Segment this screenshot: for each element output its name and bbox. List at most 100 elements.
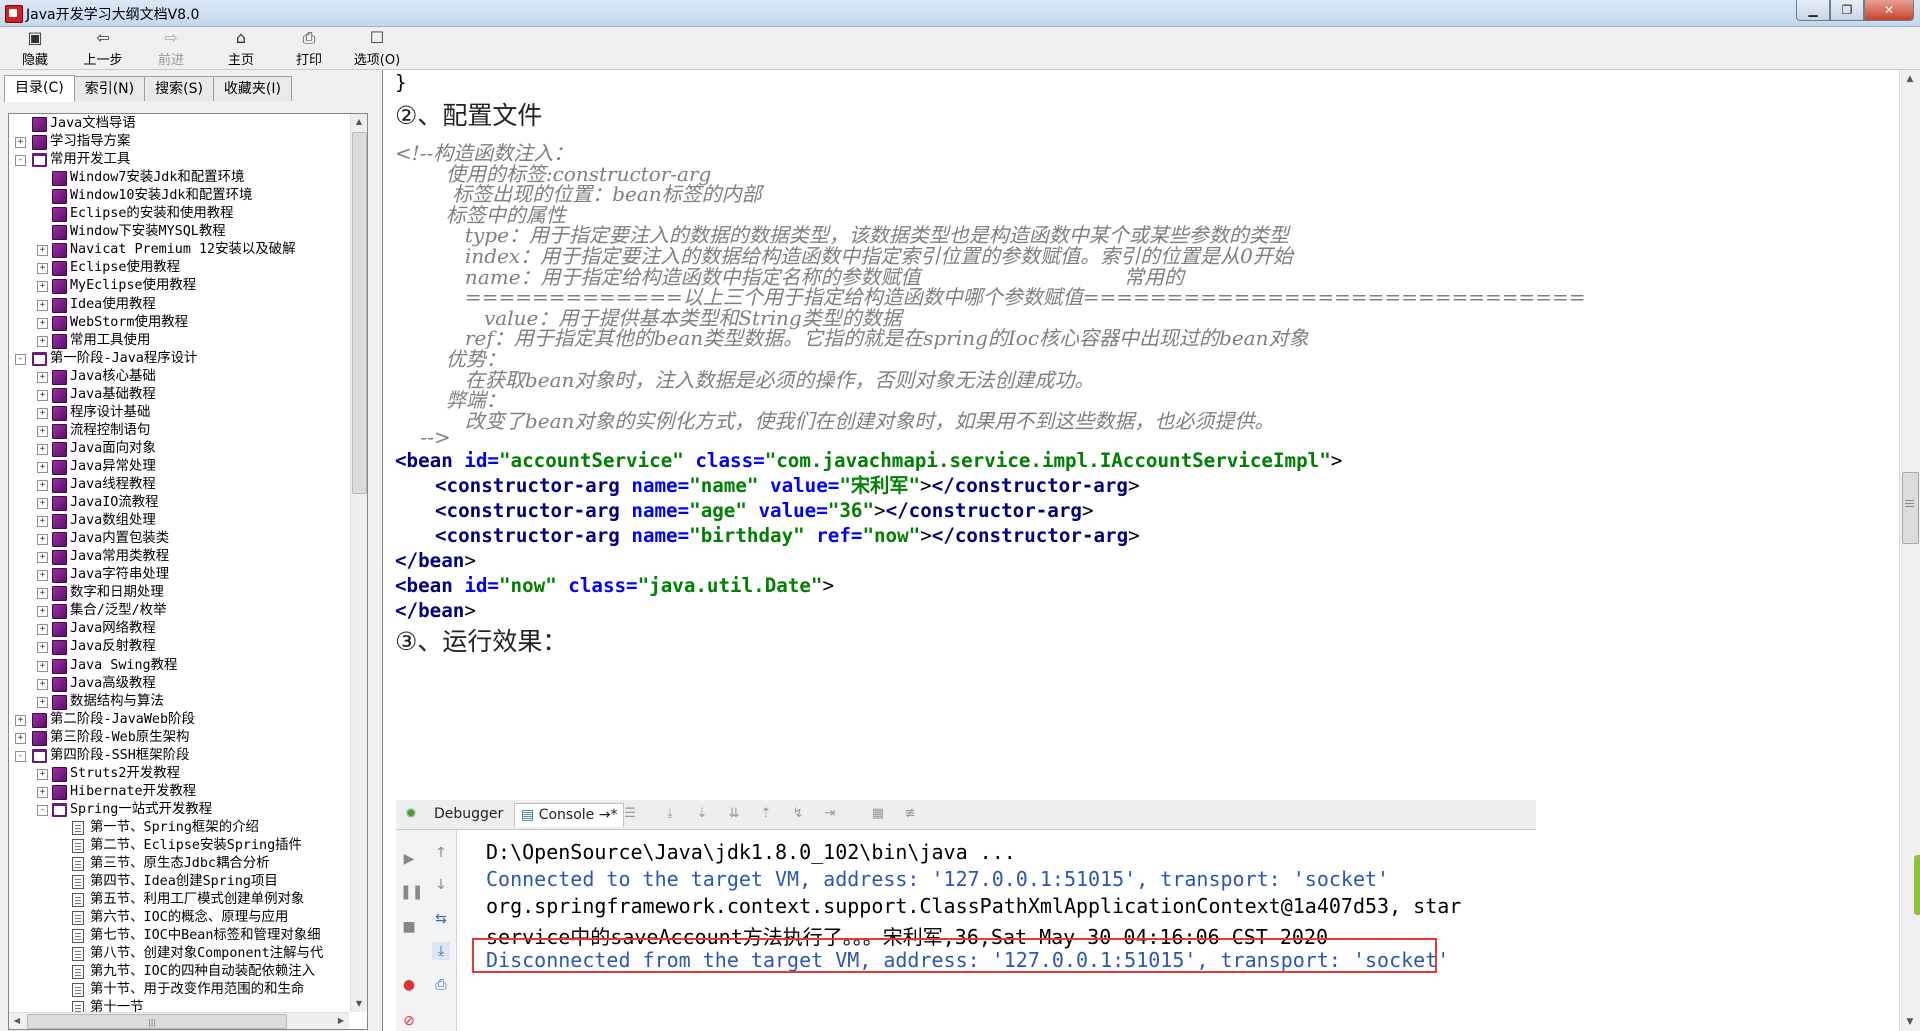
tree-item[interactable]: + Java核心基础 <box>9 368 349 386</box>
tree-item[interactable]: Window7安装Jdk和配置环境 <box>9 169 349 187</box>
expand-icon[interactable]: + <box>37 245 48 257</box>
resume-icon[interactable]: ▶ <box>400 850 418 868</box>
tree-item[interactable]: Eclipse的安装和使用教程 <box>9 205 349 223</box>
mute-breakpoints-icon[interactable]: ⊘ <box>400 1012 418 1030</box>
tree-item[interactable]: + Java数组处理 <box>9 512 349 530</box>
collapse-icon[interactable]: - <box>15 155 26 167</box>
tree-item[interactable]: + Java基础教程 <box>9 386 349 404</box>
tree-item[interactable]: + 集合/泛型/枚举 <box>9 602 349 620</box>
up-arrow-icon[interactable]: ↑ <box>432 844 450 862</box>
soft-wrap-icon[interactable]: ⇆ <box>432 910 450 928</box>
scroll-left-arrow-icon[interactable]: ◀ <box>9 1013 25 1029</box>
expand-icon[interactable]: + <box>37 786 48 798</box>
view-breakpoints-icon[interactable]: ● <box>400 976 418 994</box>
tree-item[interactable]: + Java线程教程 <box>9 476 349 494</box>
close-button[interactable]: ✕ <box>1864 0 1914 21</box>
toolbar-button-0[interactable]: ▣ 隐藏 <box>6 29 64 69</box>
tree-item[interactable]: 第十节、用于改变作用范围的和生命 <box>9 981 349 999</box>
run-to-cursor-icon[interactable]: ⇥ <box>822 807 838 821</box>
pane-splitter[interactable] <box>372 70 382 1031</box>
tree-item[interactable]: 第一节、Spring框架的介绍 <box>9 819 349 837</box>
expand-icon[interactable]: + <box>37 696 48 708</box>
toolbar-button-1[interactable]: ⇦ 上一步 <box>74 29 132 69</box>
tree-item[interactable]: - Spring一站式开发教程 <box>9 801 349 819</box>
expand-icon[interactable]: + <box>37 516 48 528</box>
tree-hscroll-thumb[interactable]: ||| <box>27 1014 287 1029</box>
tree-item[interactable]: 第五节、利用工厂模式创建单例对象 <box>9 891 349 909</box>
tree-item[interactable]: - 第四阶段-SSH框架阶段 <box>9 747 349 765</box>
restore-layout-icon[interactable]: ☰ <box>622 807 638 821</box>
expand-icon[interactable]: + <box>37 425 48 437</box>
tree-item[interactable]: + JavaIO流教程 <box>9 494 349 512</box>
tree-item[interactable]: + Java反射教程 <box>9 638 349 656</box>
nav-tab-3[interactable]: 收藏夹(I) <box>212 76 292 101</box>
tree-scroll-thumb[interactable] <box>352 132 367 494</box>
tree-item[interactable]: + Java Swing教程 <box>9 657 349 675</box>
evaluate-icon[interactable]: ▦ <box>870 807 886 821</box>
force-step-into-icon[interactable]: ⇊ <box>726 807 742 821</box>
tree-item[interactable]: 第二节、Eclipse安装Spring插件 <box>9 837 349 855</box>
nav-tab-1[interactable]: 索引(N) <box>73 76 146 101</box>
expand-icon[interactable]: + <box>37 461 48 473</box>
tree-item[interactable]: - 第一阶段-Java程序设计 <box>9 350 349 368</box>
toolbar-button-5[interactable]: ☐ 选项(O) <box>348 29 406 69</box>
tree-item[interactable]: + Java高级教程 <box>9 675 349 693</box>
step-over-icon[interactable]: ⤓ <box>662 807 678 821</box>
expand-icon[interactable]: + <box>37 480 48 491</box>
tree-item[interactable]: + 流程控制语句 <box>9 422 349 440</box>
expand-icon[interactable]: + <box>37 534 48 546</box>
tree-item[interactable]: + Java字符串处理 <box>9 566 349 584</box>
tree-item[interactable]: Window10安装Jdk和配置环境 <box>9 187 349 205</box>
minimize-button[interactable]: ▁ <box>1796 0 1830 21</box>
tree-horizontal-scrollbar[interactable]: ◀ ||| ▶ <box>9 1012 349 1029</box>
expand-icon[interactable]: + <box>37 552 48 564</box>
expand-icon[interactable]: + <box>37 624 48 636</box>
tree-item[interactable]: 第九节、IOC的四种自动装配依赖注入 <box>9 963 349 981</box>
tree-item[interactable]: + Java内置包装类 <box>9 530 349 548</box>
expand-icon[interactable]: + <box>37 407 48 419</box>
scroll-up-arrow-icon[interactable]: ▲ <box>1900 70 1920 88</box>
tree-item[interactable]: + 数据结构与算法 <box>9 693 349 711</box>
stop-icon[interactable]: ■ <box>400 918 418 936</box>
tree-item[interactable]: Window下安装MYSQL教程 <box>9 223 349 241</box>
tree-item[interactable]: + 第二阶段-JavaWeb阶段 <box>9 711 349 729</box>
expand-icon[interactable]: + <box>37 443 48 455</box>
tree-item[interactable]: + MyEclipse使用教程 <box>9 277 349 295</box>
tree-item[interactable]: 第四节、Idea创建Spring项目 <box>9 873 349 891</box>
toolbar-button-4[interactable]: ⎙ 打印 <box>280 29 338 69</box>
tree-item[interactable]: + Navicat Premium 12安装以及破解 <box>9 241 349 259</box>
expand-icon[interactable]: + <box>37 768 48 780</box>
tree-item[interactable]: Java文档导语 <box>9 115 349 133</box>
collapse-icon[interactable]: - <box>15 353 26 365</box>
tree-item[interactable]: + 常用工具使用 <box>9 332 349 350</box>
nav-tab-0[interactable]: 目录(C) <box>4 75 75 102</box>
tree-item[interactable]: + Java常用类教程 <box>9 548 349 566</box>
expand-icon[interactable]: + <box>37 317 48 329</box>
content-scroll-thumb[interactable] <box>1902 472 1919 544</box>
tree-item[interactable]: + Eclipse使用教程 <box>9 259 349 277</box>
scroll-down-arrow-icon[interactable]: ▼ <box>1900 1013 1920 1031</box>
expand-icon[interactable]: + <box>37 678 48 690</box>
toolbar-button-3[interactable]: ⌂ 主页 <box>212 29 270 69</box>
tree-item[interactable]: - 常用开发工具 <box>9 151 349 169</box>
scroll-to-end-icon[interactable]: ⤓ <box>432 942 450 960</box>
toolbar-button-2[interactable]: ⇨ 前进 <box>142 29 200 69</box>
scroll-up-arrow-icon[interactable]: ▲ <box>351 114 367 130</box>
maximize-button[interactable]: ❐ <box>1830 0 1864 21</box>
expand-icon[interactable]: + <box>37 606 48 618</box>
collapse-icon[interactable]: - <box>37 804 48 816</box>
expand-icon[interactable]: + <box>37 299 48 311</box>
tree-item[interactable]: + Hibernate开发教程 <box>9 783 349 801</box>
step-out-icon[interactable]: ⇡ <box>758 807 774 821</box>
expand-icon[interactable]: + <box>37 371 48 383</box>
tree-item[interactable]: + Java异常处理 <box>9 458 349 476</box>
scroll-right-arrow-icon[interactable]: ▶ <box>333 1013 349 1029</box>
expand-icon[interactable]: + <box>37 281 48 293</box>
tree-item[interactable]: + 学习指导方案 <box>9 133 349 151</box>
expand-icon[interactable]: + <box>37 389 48 401</box>
expand-icon[interactable]: + <box>37 498 48 510</box>
tree-item[interactable]: + Java面向对象 <box>9 440 349 458</box>
tree-item[interactable]: + Idea使用教程 <box>9 296 349 314</box>
tree-item[interactable]: 第七节、IOC中Bean标签和管理对象细 <box>9 927 349 945</box>
drop-frame-icon[interactable]: ↯ <box>790 807 806 821</box>
